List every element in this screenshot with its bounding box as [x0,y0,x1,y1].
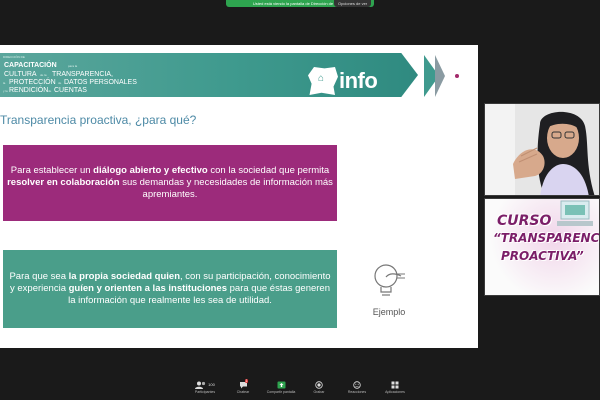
share-screen-icon [277,381,285,388]
course-title-line1: CURSO [497,213,552,229]
banner-line3: PROTECCIÓN [9,79,56,86]
speaker-video [485,104,599,195]
banner-line2b: TRANSPARENCIA, [52,71,113,78]
banner-line3-mid: de [58,81,62,85]
example-label: Ejemplo [372,307,406,317]
banner-line4-prefix: y la [3,89,8,93]
info-logo: ⌂ info [308,67,378,95]
banner-line3-prefix: la [3,81,6,85]
apps-icon [391,381,399,388]
participants-icon [195,381,206,389]
banner-line4b: CUENTAS [54,87,87,94]
banner-line1-suffix: para la [68,64,78,68]
reactions-label: Reacciones [347,390,367,394]
example-block: Ejemplo [364,263,414,317]
participants-label: Participantes [194,390,216,394]
meeting-window: Usted está viendo la pantalla de Direcci… [0,0,600,400]
participants-count: 100 [208,382,215,387]
course-title-line3: PROACTIVA” [501,249,584,263]
slide-banner: DIRECCIÓN DE CAPACITACIÓN para la CULTUR… [0,53,418,97]
course-title-line2: “TRANSPARENCIA [493,231,600,245]
banner-line1-prefix: DIRECCIÓN DE [3,55,25,59]
view-options-button[interactable]: Opciones de ver [334,0,372,7]
slide-title: Transparencia proactiva, ¿para qué? [0,113,197,127]
reactions-button[interactable]: Reacciones [344,380,370,394]
chat-label: Chatear [236,390,250,394]
purpose-box-society: Para que sea la propia sociedad quien, c… [3,250,337,328]
cdmx-map-icon: ⌂ [308,67,338,95]
banner-line2: CULTURA [4,71,37,78]
apps-button[interactable]: Aplicaciones [382,380,408,394]
apps-label: Aplicaciones [385,390,405,394]
course-video-tile[interactable]: CURSO “TRANSPARENCIA PROACTIVA” [484,198,600,296]
participant-video-tile[interactable] [484,103,600,196]
banner-line1: CAPACITACIÓN [4,62,57,69]
banner-line3b: DATOS PERSONALES [64,79,137,86]
participants-button[interactable]: 100 Participantes [192,380,218,394]
banner-line2-mid: de la [40,73,47,77]
record-label: Grabar [313,390,325,394]
chat-badge: 1 [244,379,249,383]
purpose-box-dialogue: Para establecer un diálogo abierto y efe… [3,145,337,221]
meeting-toolbar: 100 Participantes 1 Chatear Compartir pa… [0,378,600,400]
banner-line4: RENDICIÓN [9,87,49,94]
share-screen-button[interactable]: Compartir pantalla [266,380,296,394]
shared-slide: DIRECCIÓN DE CAPACITACIÓN para la CULTUR… [0,45,478,348]
share-screen-label: Compartir pantalla [266,390,296,394]
share-notice-text: Usted está viendo la pantalla de Direcci… [252,1,348,6]
banner-line4-mid: de [48,89,52,93]
record-icon [315,380,323,389]
reactions-icon [353,380,361,389]
banner-dot-icon [455,74,459,78]
info-logo-text: info [339,68,378,93]
computer-graphic-icon [557,200,593,226]
view-options-label: Opciones de ver [338,1,368,6]
chat-button[interactable]: 1 Chatear [230,379,256,394]
record-button[interactable]: Grabar [306,380,332,394]
purpose-text-2: Para que sea la propia sociedad quien, c… [9,271,331,306]
purpose-text-1: Para establecer un diálogo abierto y efe… [7,165,333,200]
banner-chevron-gray-icon [435,55,445,97]
lightbulb-icon [374,264,405,296]
